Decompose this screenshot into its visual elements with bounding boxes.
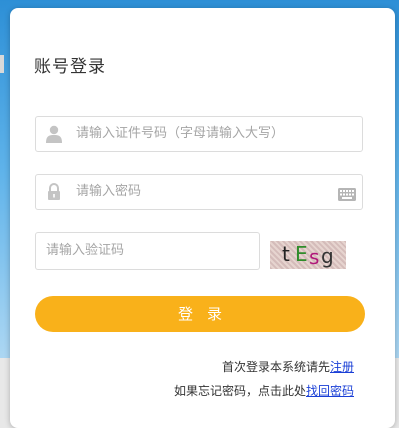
id-number-input[interactable]: 请输入证件号码（字母请输入大写） [35, 116, 363, 152]
user-icon [46, 125, 62, 143]
background-mark [0, 55, 4, 73]
captcha-image[interactable]: t E s g [270, 241, 346, 269]
captcha-input[interactable]: 请输入验证码 [35, 232, 260, 270]
register-prompt-text: 首次登录本系统请先 [221, 360, 330, 374]
captcha-char: t [282, 242, 290, 266]
captcha-char: s [309, 245, 320, 269]
login-card: 账号登录 请输入证件号码（字母请输入大写） 请输入密码 请输入验证码 t E s… [10, 8, 395, 428]
keyboard-icon[interactable] [338, 186, 356, 201]
captcha-char: g [321, 244, 334, 268]
register-prompt: 首次登录本系统请先注册 [222, 358, 354, 375]
password-input[interactable]: 请输入密码 [35, 174, 363, 210]
captcha-placeholder: 请输入验证码 [46, 243, 125, 258]
login-button[interactable]: 登录 [35, 296, 365, 332]
lock-icon [46, 183, 62, 201]
password-placeholder: 请输入密码 [76, 184, 142, 199]
forgot-password-text: 如果忘记密码，点击此处 [173, 384, 306, 398]
forgot-password-link[interactable]: 找回密码 [306, 384, 354, 398]
captcha-char: E [295, 242, 308, 266]
id-number-placeholder: 请输入证件号码（字母请输入大写） [76, 126, 285, 141]
page-title: 账号登录 [34, 57, 106, 77]
register-link[interactable]: 注册 [330, 360, 354, 374]
forgot-password-prompt: 如果忘记密码，点击此处找回密码 [174, 382, 354, 399]
